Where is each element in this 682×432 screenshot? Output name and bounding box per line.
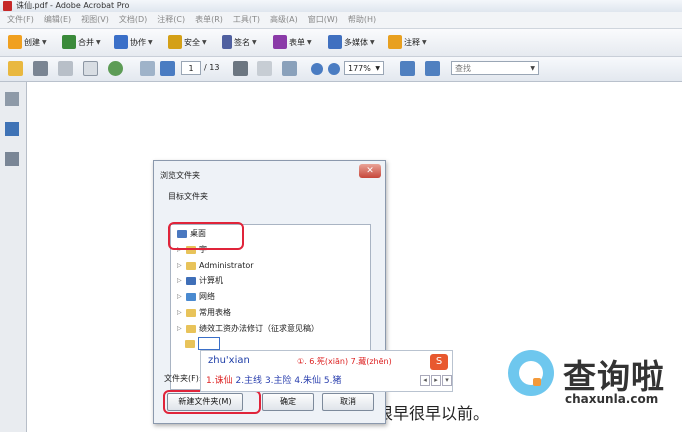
folder-icon	[185, 339, 195, 348]
select-tool-icon[interactable]	[233, 61, 248, 76]
menu-window[interactable]: 窗口(W)	[303, 12, 343, 28]
comment-button[interactable]: 注释 ▼	[388, 33, 427, 51]
menu-advanced[interactable]: 高级(A)	[265, 12, 303, 28]
save-icon[interactable]	[58, 61, 73, 76]
zoom-out-icon[interactable]	[311, 63, 323, 75]
combine-button[interactable]: 合并 ▼	[62, 33, 101, 51]
sign-button[interactable]: 签名 ▼	[222, 33, 257, 51]
ime-candidate[interactable]: 1.诛仙	[206, 376, 233, 386]
menu-file[interactable]: 文件(F)	[2, 12, 39, 28]
previous-page-icon[interactable]	[140, 61, 155, 76]
chevron-down-icon[interactable]: ▾	[442, 375, 452, 386]
navigation-panel	[0, 82, 27, 432]
create-button[interactable]: 创建 ▼	[8, 33, 47, 51]
combine-icon	[62, 35, 76, 49]
user-folder-icon	[186, 261, 196, 270]
chevron-right-icon[interactable]: ▸	[431, 375, 441, 386]
security-button[interactable]: 安全 ▼	[168, 33, 207, 51]
watermark-domain: chaxunla.com	[565, 392, 659, 406]
tree-item[interactable]: ▷ 计算机	[177, 274, 223, 287]
ime-candidate[interactable]: 3.主险	[265, 376, 292, 386]
menu-help[interactable]: 帮助(H)	[343, 12, 381, 28]
create-icon	[8, 35, 22, 49]
watermark-brand: 查询啦	[563, 357, 665, 396]
find-input[interactable]: 查找 ▼	[451, 61, 539, 75]
task-toolbar: 创建 ▼ 合并 ▼ 协作 ▼ 安全 ▼ 签名 ▼ 表单 ▼ 多媒体 ▼ 注释 ▼	[0, 29, 682, 57]
page-total: / 13	[204, 63, 220, 72]
pen-icon	[222, 35, 232, 49]
signatures-icon[interactable]	[5, 152, 19, 166]
ok-button[interactable]: 确定	[262, 393, 314, 411]
ime-candidate[interactable]: 5.猪	[324, 376, 342, 386]
cancel-button[interactable]: 取消	[322, 393, 374, 411]
comment-icon	[388, 35, 402, 49]
ime-candidate-window: zhu'xian ①. 6.筅(xiān) 7.藏(zhēn) S 1.诛仙 2…	[200, 350, 453, 392]
multimedia-icon	[328, 35, 342, 49]
network-icon	[186, 292, 196, 301]
desktop-highlight	[168, 222, 244, 250]
menu-edit[interactable]: 编辑(E)	[39, 12, 76, 28]
folder-icon	[186, 324, 196, 333]
ime-pinyin: zhu'xian	[208, 355, 250, 366]
ime-candidate[interactable]: 4.朱仙	[294, 376, 321, 386]
watermark: 查询啦 chaxunla.com	[505, 350, 677, 410]
dialog-label: 目标文件夹	[168, 192, 208, 201]
print-icon[interactable]	[33, 61, 48, 76]
tree-item[interactable]: ▷ 绩效工资办法修订（征求意见稿）	[177, 322, 319, 335]
ime-candidate[interactable]: 2.主线	[235, 376, 262, 386]
open-folder-icon[interactable]	[8, 61, 23, 76]
menu-forms[interactable]: 表单(R)	[190, 12, 228, 28]
computer-icon	[186, 276, 196, 285]
next-page-icon[interactable]	[160, 61, 175, 76]
menu-document[interactable]: 文档(D)	[114, 12, 152, 28]
new-folder-rename-item[interactable]	[185, 337, 220, 350]
fit-width-icon[interactable]	[425, 61, 440, 76]
web-icon[interactable]	[108, 61, 123, 76]
pages-icon[interactable]	[5, 92, 19, 106]
pdf-icon	[3, 1, 12, 11]
folder-label: 文件夹(F):	[164, 374, 202, 383]
menu-comments[interactable]: 注释(C)	[152, 12, 190, 28]
dialog-title: 浏览文件夹	[160, 171, 200, 180]
multimedia-button[interactable]: 多媒体 ▼	[328, 33, 375, 51]
menu-view[interactable]: 视图(V)	[76, 12, 114, 28]
menu-tools[interactable]: 工具(T)	[228, 12, 265, 28]
ime-extra-candidates[interactable]: ①. 6.筅(xiān) 7.藏(zhēn)	[297, 356, 392, 367]
folder-icon	[186, 308, 196, 317]
tree-item[interactable]: ▷ 常用表格	[177, 306, 231, 319]
tree-item[interactable]: ▷ Administrator	[177, 259, 254, 272]
zoom-level-select[interactable]: 177% ▼	[344, 61, 384, 75]
email-icon[interactable]	[83, 61, 98, 76]
new-folder-highlight	[163, 390, 261, 414]
lock-icon	[168, 35, 182, 49]
zoom-in-icon[interactable]	[328, 63, 340, 75]
window-title: 诛仙.pdf - Adobe Acrobat Pro	[16, 1, 130, 10]
ime-candidates: 1.诛仙 2.主线 3.主险 4.朱仙 5.猪	[206, 373, 341, 386]
zoom-tool-icon[interactable]	[282, 61, 297, 76]
collaborate-icon	[114, 35, 128, 49]
document-text: 很早很早以前。	[377, 404, 490, 423]
form-icon	[273, 35, 287, 49]
hand-tool-icon[interactable]	[257, 61, 272, 76]
navigation-toolbar: 1 / 13 177% ▼ 查找 ▼	[0, 57, 682, 82]
forms-button[interactable]: 表单 ▼	[273, 33, 312, 51]
close-icon[interactable]: ✕	[359, 164, 381, 178]
bookmarks-icon[interactable]	[5, 122, 19, 136]
tree-item[interactable]: ▷ 网络	[177, 290, 215, 303]
fit-page-icon[interactable]	[400, 61, 415, 76]
ime-page-arrows: ◂ ▸ ▾	[419, 375, 452, 386]
menu-bar: 文件(F) 编辑(E) 视图(V) 文档(D) 注释(C) 表单(R) 工具(T…	[0, 12, 682, 29]
page-number-input[interactable]: 1	[181, 61, 201, 75]
collaborate-button[interactable]: 协作 ▼	[114, 33, 153, 51]
sogou-logo-icon: S	[430, 354, 448, 370]
rename-field[interactable]	[198, 337, 220, 350]
chevron-left-icon[interactable]: ◂	[420, 375, 430, 386]
